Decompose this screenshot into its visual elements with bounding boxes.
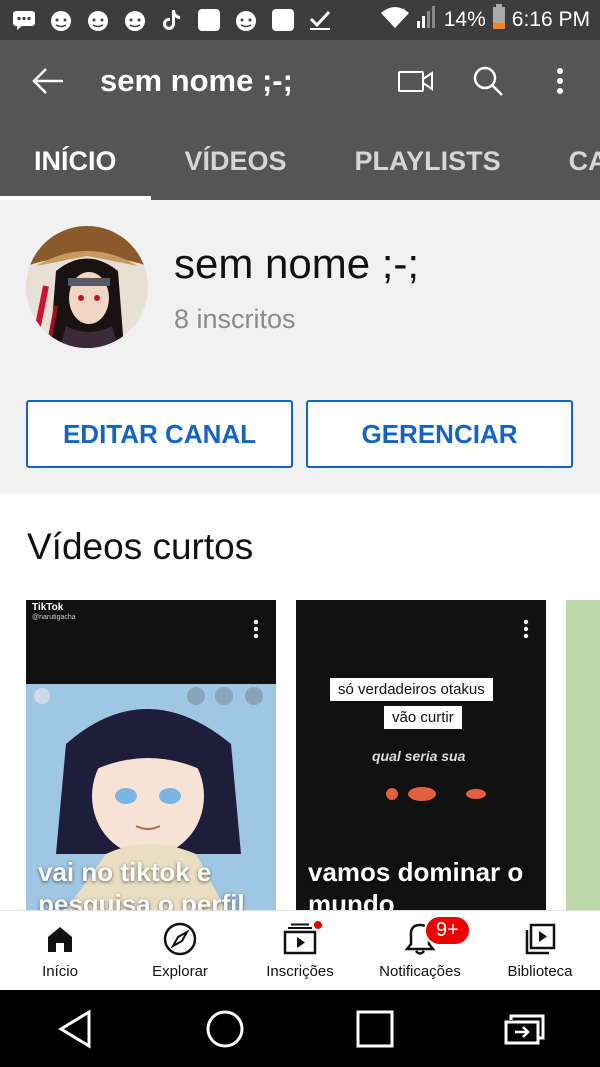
wifi-icon: x xyxy=(380,5,410,35)
more-vert-icon xyxy=(253,619,259,639)
home-icon xyxy=(42,921,78,957)
tab-playlists[interactable]: PLAYLISTS xyxy=(321,122,535,200)
bottom-navigation: Início Explorar Inscrições 9+ Notificaçõ… xyxy=(0,910,600,990)
tiktok-logo: TikTok xyxy=(32,602,64,613)
nav-library[interactable]: Biblioteca xyxy=(480,911,600,990)
nav-notifications[interactable]: 9+ Notificações xyxy=(360,911,480,990)
upload-video-button[interactable] xyxy=(390,55,442,107)
more-options-button[interactable] xyxy=(534,55,586,107)
overlay-text-line1: só verdadeiros otakus xyxy=(330,678,493,701)
nav-subscriptions[interactable]: Inscrições xyxy=(240,911,360,990)
search-icon xyxy=(473,66,503,96)
battery-icon xyxy=(492,4,506,36)
check-icon xyxy=(306,6,334,34)
section-title: Vídeos curtos xyxy=(27,526,254,567)
channel-name: sem nome ;-; xyxy=(174,240,420,287)
nav-label: Explorar xyxy=(152,963,208,980)
nav-label: Inscrições xyxy=(266,963,334,980)
system-home-button[interactable] xyxy=(195,999,255,1059)
card-menu-button[interactable] xyxy=(250,616,262,642)
manage-button[interactable]: GERENCIAR xyxy=(306,400,573,468)
library-icon xyxy=(522,921,558,957)
subscriptions-icon xyxy=(282,919,324,957)
search-button[interactable] xyxy=(462,55,514,107)
subscriber-count: 8 inscritos xyxy=(174,304,296,334)
more-vert-icon xyxy=(523,619,529,639)
tab-inicio[interactable]: INÍCIO xyxy=(0,122,151,200)
square-recents-icon xyxy=(356,1010,394,1047)
system-recents-button[interactable] xyxy=(345,999,405,1059)
tiktok-icon xyxy=(158,6,186,34)
short-caption: vamos dominar o mundo xyxy=(308,857,524,910)
clock: 6:16 PM xyxy=(511,8,590,31)
circle-home-icon xyxy=(206,1010,244,1047)
app-bar: sem nome ;-; xyxy=(0,40,600,122)
nav-label: Notificações xyxy=(379,963,461,980)
status-bar: x 14% 6:16 PM xyxy=(0,0,600,40)
more-vert-icon xyxy=(557,68,563,94)
page-title: sem nome ;-; xyxy=(100,63,293,98)
overlay-text-line2: vão curtir xyxy=(384,706,462,729)
nav-label: Biblioteca xyxy=(507,963,573,980)
status-indicators: x 14% 6:16 PM xyxy=(380,4,590,36)
square-icon xyxy=(195,6,223,34)
android-face-icon xyxy=(84,6,112,34)
notification-badge: 9+ xyxy=(424,915,471,946)
switch-apps-icon xyxy=(504,1014,545,1044)
android-face-icon xyxy=(232,6,260,34)
nav-home[interactable]: Início xyxy=(0,911,120,990)
android-face-icon xyxy=(121,6,149,34)
system-back-button[interactable] xyxy=(45,999,105,1059)
triangle-back-icon xyxy=(58,1008,91,1049)
signal-icon xyxy=(416,5,438,35)
svg-text:x: x xyxy=(401,6,405,15)
video-camera-icon xyxy=(398,71,433,92)
short-card-partial[interactable] xyxy=(566,600,600,910)
battery-percent: 14% xyxy=(443,8,486,31)
square-icon xyxy=(269,6,297,34)
short-card[interactable]: só verdadeiros otakus vão curtir qual se… xyxy=(296,600,546,910)
switch-apps-button[interactable] xyxy=(495,999,555,1059)
channel-header: sem nome ;-; 8 inscritos EDITAR CANAL GE… xyxy=(0,200,600,494)
emoji-decoration xyxy=(386,787,486,801)
shorts-section: Vídeos curtos TikTok @narutigacha vai no… xyxy=(0,494,600,910)
short-card[interactable]: TikTok @narutigacha vai no tiktok e pesq… xyxy=(26,600,276,910)
message-icon xyxy=(10,6,38,34)
arrow-left-icon xyxy=(32,68,63,94)
overlay-text-line3: qual seria sua xyxy=(372,748,466,764)
android-face-icon xyxy=(47,6,75,34)
tiktok-username: @narutigacha xyxy=(32,614,76,621)
card-menu-button[interactable] xyxy=(520,616,532,642)
compass-icon xyxy=(162,921,198,957)
avatar xyxy=(26,226,148,348)
channel-tabs: INÍCIO VÍDEOS PLAYLISTS CANAIS xyxy=(0,122,600,200)
notification-icons xyxy=(10,6,380,34)
nav-explore[interactable]: Explorar xyxy=(120,911,240,990)
tab-videos[interactable]: VÍDEOS xyxy=(151,122,321,200)
tab-canais[interactable]: CANAIS xyxy=(535,122,600,200)
bell-icon: 9+ xyxy=(402,915,471,957)
short-caption: vai no tiktok e pesquisa o perfil xyxy=(38,857,245,910)
new-content-dot xyxy=(312,919,324,931)
back-button[interactable] xyxy=(18,51,78,111)
edit-channel-button[interactable]: EDITAR CANAL xyxy=(26,400,293,468)
system-navigation-bar xyxy=(0,990,600,1067)
nav-label: Início xyxy=(42,963,78,980)
